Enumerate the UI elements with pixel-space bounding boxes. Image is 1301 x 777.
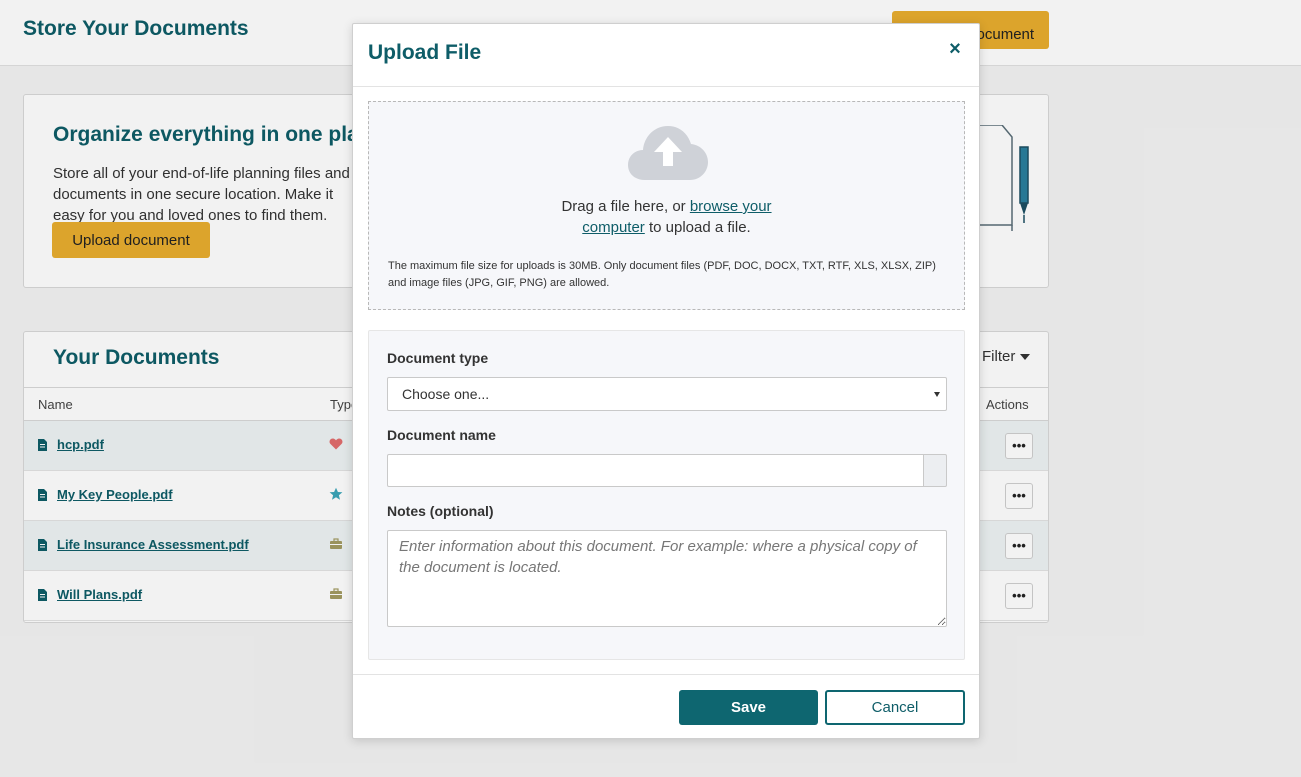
browse-computer-link-continued[interactable]: computer [582, 219, 645, 236]
dropzone-instructions-line2: computer to upload a file. [369, 219, 964, 236]
document-name-addon [923, 454, 947, 487]
upload-file-modal: Upload File × Drag a file here, or brows… [352, 23, 980, 739]
document-type-selected-value: Choose one... [402, 386, 490, 402]
cloud-upload-icon [628, 126, 708, 180]
modal-header: Upload File × [353, 24, 979, 87]
chevron-down-icon [934, 392, 940, 397]
save-button[interactable]: Save [679, 690, 818, 725]
file-dropzone[interactable]: Drag a file here, or browse your compute… [368, 101, 965, 310]
browse-computer-link[interactable]: browse your [690, 198, 772, 215]
dropzone-instructions: Drag a file here, or browse your [369, 198, 964, 215]
document-name-label: Document name [387, 427, 496, 443]
document-name-input[interactable] [387, 454, 924, 487]
close-button[interactable]: × [945, 38, 965, 60]
notes-label: Notes (optional) [387, 503, 494, 519]
modal-title: Upload File [368, 41, 482, 64]
document-type-label: Document type [387, 350, 489, 366]
file-size-note: The maximum file size for uploads is 30M… [388, 260, 936, 289]
notes-textarea[interactable] [387, 530, 947, 627]
drop-text-before: Drag a file here, or [561, 198, 690, 215]
document-type-select[interactable]: Choose one... [387, 377, 947, 411]
modal-footer: Save Cancel [353, 674, 979, 739]
document-form: Document type Choose one... Document nam… [368, 330, 965, 660]
cancel-button[interactable]: Cancel [825, 690, 965, 725]
drop-text-after: to upload a file. [644, 219, 751, 236]
